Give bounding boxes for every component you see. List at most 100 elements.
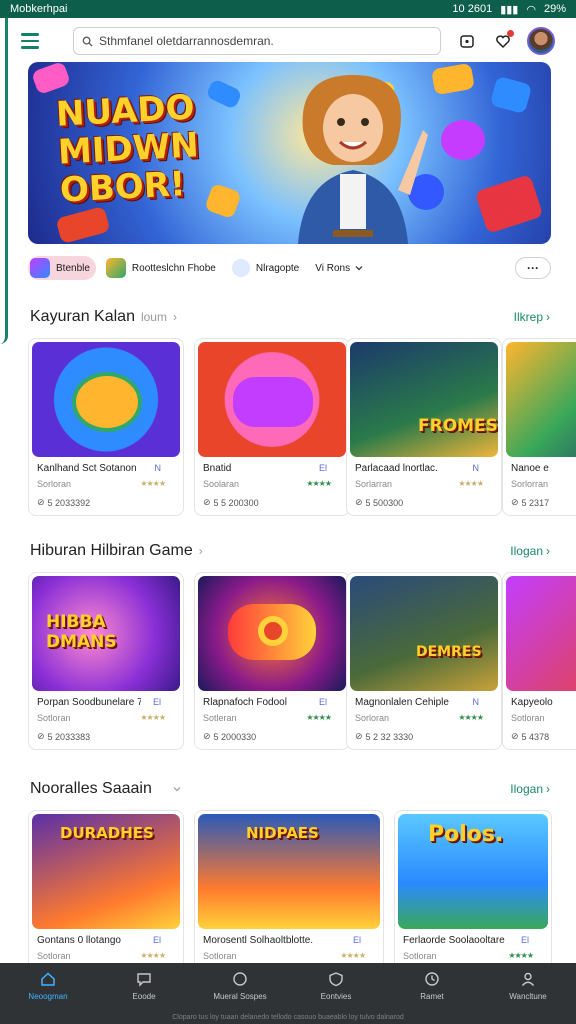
card-badge: N: [472, 463, 480, 473]
card-rating: ★★★★: [140, 479, 166, 488]
see-all-label: Ilogan: [510, 544, 543, 558]
card-title: Porpan Soodbunelare 73: [37, 697, 141, 708]
card-art-text: Polos.: [428, 822, 504, 847]
section-header: Kayuran Kalan loum › Ilkrep ›: [30, 308, 550, 326]
nav-label: Eoode: [132, 992, 156, 1001]
game-card[interactable]: DURADHES Gontans 0 llotango El Sotloran …: [28, 810, 184, 963]
banner-toy: [204, 182, 242, 220]
card-subtitle: Sorlarran: [355, 479, 393, 489]
card-art-text: FROMES: [418, 416, 498, 436]
card-subtitle: Sorloran: [355, 713, 390, 723]
section-title: Kayuran Kalan loum ›: [30, 308, 177, 326]
more-button[interactable]: ···: [515, 257, 551, 279]
card-title: Nanoe e: [511, 463, 549, 474]
card-rating: ★★★★: [508, 951, 534, 960]
card-badge: El: [318, 463, 327, 473]
section-header: Hiburan Hilbiran Game › Ilogan ›: [30, 542, 550, 560]
card-downloads-value: 5 2000330: [213, 731, 257, 742]
game-art: NIDPAES: [198, 814, 380, 929]
card-downloads-value: 5 2033383: [47, 731, 91, 742]
nav-label: Neoogman: [28, 992, 68, 1001]
game-art: HIBBA DMANS: [32, 576, 180, 691]
nav-label: Mueral Sospes: [213, 992, 267, 1001]
banner-toy: [30, 62, 72, 96]
chip-category[interactable]: Nlragopte: [230, 256, 305, 280]
game-card[interactable]: Nanoe e Sorlorran ⊘ 5 2317: [502, 338, 576, 516]
card-subtitle: Sotloran: [203, 951, 237, 961]
download-icon: ⊘: [355, 731, 363, 741]
card-title: Magnonlalen Cehiple: [355, 697, 449, 708]
game-art: [506, 342, 576, 457]
card-subtitle: Sotloran: [511, 713, 545, 723]
game-card[interactable]: Bnatid El Soolaran ★★★★ ⊘ 5 5 200300: [194, 338, 350, 516]
chevron-right-icon: ›: [198, 544, 203, 558]
menu-icon[interactable]: [18, 26, 48, 56]
hero-banner[interactable]: NUADO MIDWN OBOR!: [28, 62, 551, 244]
card-rating: ★★★★: [140, 951, 166, 960]
card-downloads-value: 5 2033392: [47, 497, 91, 508]
game-card[interactable]: NIDPAES Morosentl Solhaoltblotte. El Sot…: [194, 810, 384, 963]
banner-toy: [55, 205, 111, 244]
banner-toy: [205, 78, 243, 110]
card-title: Bnatid: [203, 463, 232, 474]
notification-dot: [507, 30, 514, 37]
card-art-text: DURADHES: [60, 824, 154, 842]
card-subtitle: Sotloran: [37, 951, 71, 961]
avatar[interactable]: [527, 27, 555, 55]
see-all-label: Ilkrep: [513, 310, 543, 324]
card-title: Kapyeolo: [511, 697, 553, 708]
game-row: Kanlhand Sct Sotanon N Sorloran ★★★★ ⊘ 5…: [28, 338, 576, 518]
game-art: DURADHES: [32, 814, 180, 929]
search-icon: [82, 36, 93, 47]
game-card[interactable]: Polos. Ferlaorde Soolaooltare El Sotlora…: [394, 810, 552, 963]
status-time: 10 2601: [452, 3, 493, 15]
section-title-text: Hiburan Hilbiran Game: [30, 542, 193, 559]
game-art: [198, 342, 346, 457]
status-bar: Mobkerhpai 10 2601 ▮▮▮ ◠ 29%: [0, 0, 576, 18]
game-card[interactable]: DEMRES Magnonlalen Cehiple N Sorloran ★★…: [346, 572, 502, 750]
section-subtitle: loum: [140, 310, 167, 324]
game-card[interactable]: Kanlhand Sct Sotanon N Sorloran ★★★★ ⊘ 5…: [28, 338, 184, 516]
signal-icon: ▮▮▮: [500, 3, 519, 16]
nav-label: Ramet: [420, 992, 444, 1001]
card-badge: El: [352, 935, 361, 945]
banner-toy: [474, 174, 544, 234]
card-title: Rlapnafoch Fodool: [203, 697, 287, 708]
game-card[interactable]: Kapyeolo Sotloran ⊘ 5 4378: [502, 572, 576, 750]
chip-category[interactable]: Btenble: [28, 256, 96, 280]
search-bar[interactable]: Sthmfanel oletdarrannosdemran.: [73, 27, 441, 55]
card-downloads-value: 5 2 32 3330: [365, 731, 414, 742]
see-all-link[interactable]: Ilkrep ›: [514, 310, 550, 324]
card-badge: El: [318, 697, 327, 707]
card-downloads: ⊘ 5 2033383: [37, 731, 90, 742]
game-card[interactable]: FROMES Parlacaad lnortlac. N Sorlarran ★…: [346, 338, 502, 516]
card-art-text: HIBBA DMANS: [46, 612, 117, 652]
card-subtitle: Sorlorran: [511, 479, 549, 489]
card-title: Gontans 0 llotango: [37, 935, 121, 946]
chat-icon: [137, 973, 151, 987]
game-card[interactable]: Rlapnafoch Fodool El Sotleran ★★★★ ⊘ 5 2…: [194, 572, 350, 750]
chip-category[interactable]: Rootteslchn Fhobe: [104, 256, 222, 280]
game-card[interactable]: HIBBA DMANS Porpan Soodbunelare 73 El So…: [28, 572, 184, 750]
card-subtitle: Sotloran: [37, 713, 71, 723]
card-badge: N: [472, 697, 480, 707]
notification-button[interactable]: [491, 29, 515, 53]
section-title-text: Kayuran Kalan: [30, 308, 135, 325]
camera-button[interactable]: [455, 29, 479, 53]
game-art: FROMES: [350, 342, 498, 457]
card-subtitle: Sorloran: [37, 479, 72, 489]
see-all-link[interactable]: Ilogan ›: [510, 544, 550, 558]
card-rating: ★★★★: [140, 713, 166, 722]
banner-character: [298, 75, 428, 244]
chip-label: Vi Rons: [315, 262, 351, 274]
card-rating: ★★★★: [306, 713, 332, 722]
circle-icon: [233, 972, 247, 986]
chevron-down-icon: [173, 787, 181, 792]
banner-toy: [441, 120, 485, 160]
card-downloads-value: 5 2317: [521, 497, 550, 508]
see-all-link[interactable]: Ilogan ›: [510, 782, 550, 796]
card-title: Kanlhand Sct Sotanon: [37, 463, 137, 474]
chip-dropdown[interactable]: Vi Rons: [313, 256, 370, 280]
banner-toy: [431, 62, 475, 96]
section-title: Nooralles Saaain: [30, 780, 184, 798]
